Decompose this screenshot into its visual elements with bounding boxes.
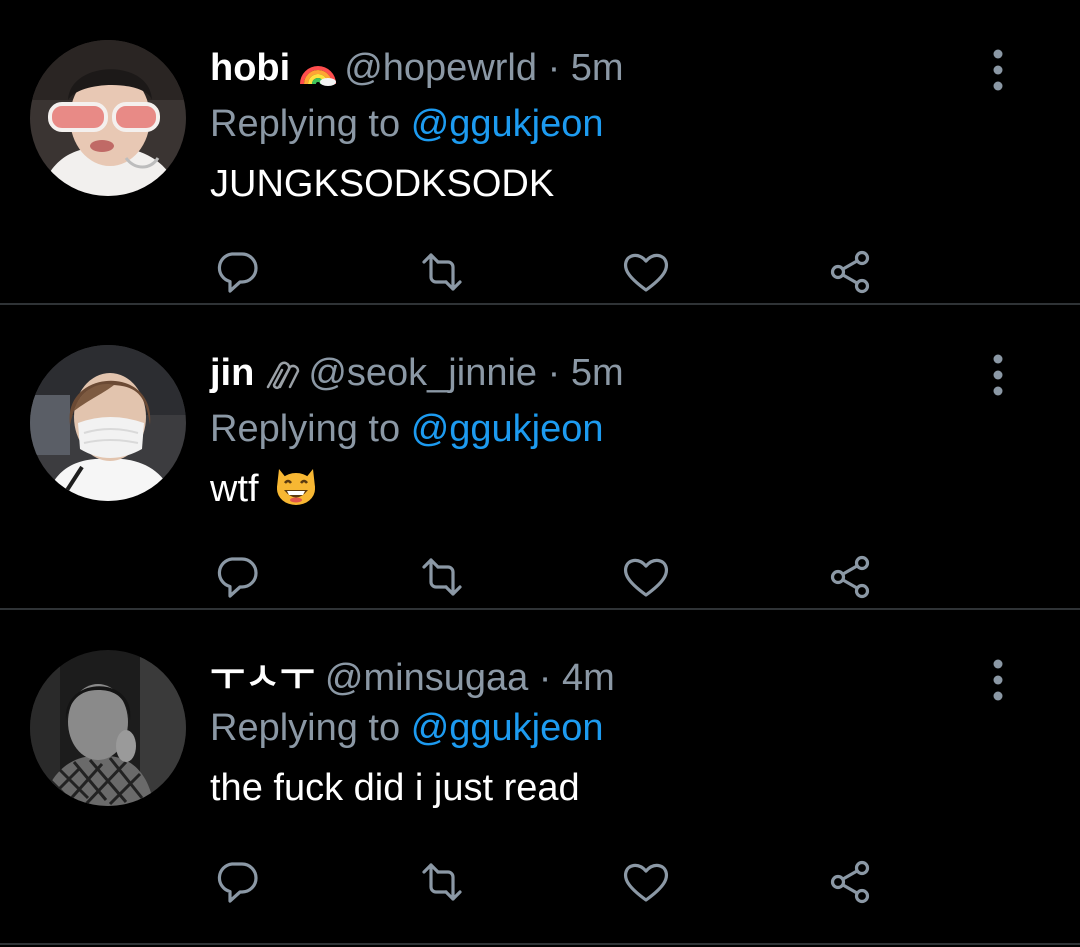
rainbow-icon bbox=[298, 50, 338, 98]
replying-prefix: Replying to bbox=[210, 103, 401, 145]
tweet-content: hobi @hopewrld · 5m Replying to @ggukjeo… bbox=[210, 44, 960, 214]
reply-icon[interactable] bbox=[210, 549, 266, 605]
replying-prefix: Replying to bbox=[210, 707, 401, 749]
more-options-icon[interactable] bbox=[988, 48, 1008, 92]
separator-dot: · bbox=[547, 47, 561, 89]
display-name[interactable]: jin bbox=[210, 352, 254, 394]
retweet-icon[interactable] bbox=[414, 549, 470, 605]
avatar[interactable] bbox=[30, 40, 186, 196]
tweet-text: wtf bbox=[210, 468, 259, 510]
user-handle[interactable]: @hopewrld bbox=[344, 47, 537, 89]
separator-dot: · bbox=[547, 352, 561, 394]
replying-to-line: Replying to @ggukjeon bbox=[210, 702, 960, 754]
tweet-time[interactable]: 4m bbox=[562, 657, 615, 699]
tweet-header: jin @seok_jinnie · 5m bbox=[210, 349, 960, 403]
separator-dot: · bbox=[538, 657, 552, 699]
tweet-content: ㅜㅅㅜ @minsugaa · 4m Replying to @ggukjeon … bbox=[210, 654, 960, 818]
display-name[interactable]: hobi bbox=[210, 47, 290, 89]
like-icon[interactable] bbox=[618, 549, 674, 605]
tweet-1[interactable]: hobi @hopewrld · 5m Replying to @ggukjeo… bbox=[0, 0, 1080, 305]
tweet-2[interactable]: jin @seok_jinnie · 5m Replying to @ggukj… bbox=[0, 305, 1080, 610]
share-icon[interactable] bbox=[822, 549, 878, 605]
tweet-time[interactable]: 5m bbox=[571, 47, 624, 89]
tweet-text: JUNGKSODKSODK bbox=[210, 163, 555, 205]
avatar[interactable] bbox=[30, 650, 186, 806]
reply-icon[interactable] bbox=[210, 854, 266, 910]
more-options-icon[interactable] bbox=[988, 353, 1008, 397]
replying-prefix: Replying to bbox=[210, 408, 401, 450]
more-options-icon[interactable] bbox=[988, 658, 1008, 702]
user-handle[interactable]: @seok_jinnie bbox=[308, 352, 537, 394]
replying-to-line: Replying to @ggukjeon bbox=[210, 98, 960, 150]
tweet-text: the fuck did i just read bbox=[210, 767, 580, 809]
display-name[interactable]: ㅜㅅㅜ bbox=[210, 657, 315, 699]
like-icon[interactable] bbox=[618, 854, 674, 910]
tweet-actions bbox=[210, 244, 890, 300]
avatar[interactable] bbox=[30, 345, 186, 501]
tweet-content: jin @seok_jinnie · 5m Replying to @ggukj… bbox=[210, 349, 960, 525]
share-icon[interactable] bbox=[822, 244, 878, 300]
like-icon[interactable] bbox=[618, 244, 674, 300]
replying-to-line: Replying to @ggukjeon bbox=[210, 403, 960, 455]
replying-to-link[interactable]: @ggukjeon bbox=[411, 408, 604, 450]
tweet-time[interactable]: 5m bbox=[571, 352, 624, 394]
grinning-cat-icon bbox=[273, 463, 319, 525]
share-icon[interactable] bbox=[822, 854, 878, 910]
reply-icon[interactable] bbox=[210, 244, 266, 300]
replying-to-link[interactable]: @ggukjeon bbox=[411, 707, 604, 749]
tweet-header: ㅜㅅㅜ @minsugaa · 4m bbox=[210, 654, 960, 702]
retweet-icon[interactable] bbox=[414, 854, 470, 910]
tweet-text-container: wtf bbox=[210, 459, 960, 525]
tweet-3[interactable]: ㅜㅅㅜ @minsugaa · 4m Replying to @ggukjeon … bbox=[0, 610, 1080, 945]
retweet-icon[interactable] bbox=[414, 244, 470, 300]
user-handle[interactable]: @minsugaa bbox=[325, 657, 528, 699]
tweet-actions bbox=[210, 854, 890, 910]
replying-to-link[interactable]: @ggukjeon bbox=[411, 103, 604, 145]
tweet-actions bbox=[210, 549, 890, 605]
tweet-header: hobi @hopewrld · 5m bbox=[210, 44, 960, 98]
paperclips-icon bbox=[262, 355, 302, 403]
